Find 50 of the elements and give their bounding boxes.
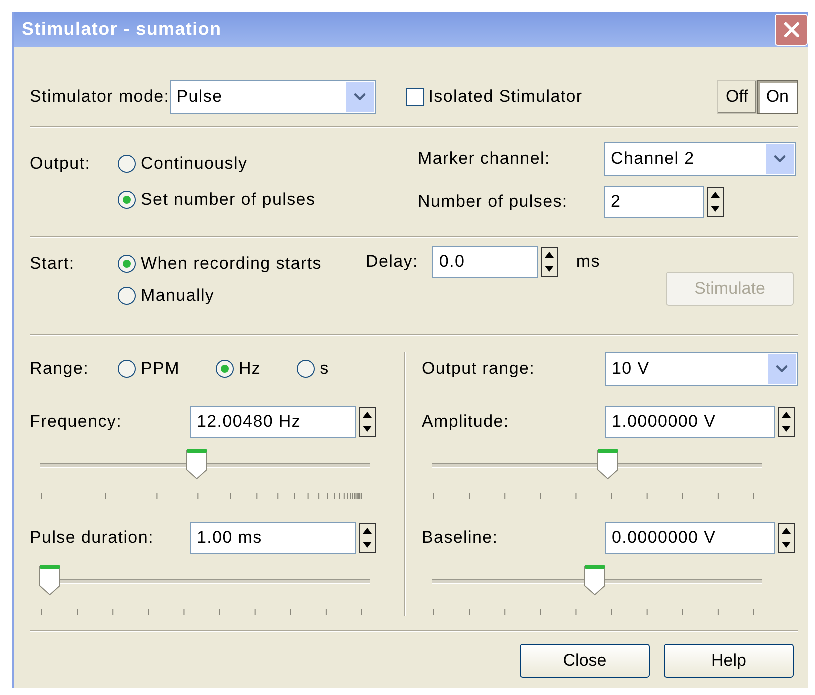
delay-field[interactable]: 0.0 bbox=[432, 246, 538, 278]
dropdown[interactable]: Pulse bbox=[170, 80, 376, 114]
slider-thumb[interactable] bbox=[38, 564, 61, 596]
spin-buttons[interactable] bbox=[359, 523, 376, 553]
radio-button[interactable]: Set number of pulses bbox=[118, 190, 316, 210]
toggle-button[interactable]: On bbox=[757, 80, 798, 114]
frequency-field[interactable]: 12.00480 Hz bbox=[190, 406, 356, 438]
radio-button[interactable]: s bbox=[297, 359, 330, 379]
radio-button[interactable]: Continuously bbox=[118, 154, 316, 174]
spin-buttons[interactable] bbox=[778, 523, 795, 553]
field-label: Range: bbox=[30, 359, 90, 379]
field-label: Baseline: bbox=[422, 528, 500, 548]
window-title: Stimulator - sumation bbox=[22, 19, 222, 40]
toggle-button[interactable]: Off bbox=[716, 80, 758, 114]
spin-buttons[interactable] bbox=[541, 247, 558, 277]
slider-thumb[interactable] bbox=[186, 448, 208, 480]
slider[interactable] bbox=[432, 564, 762, 596]
duration-field[interactable]: 1.00 ms bbox=[190, 522, 356, 554]
dropdown[interactable]: 10 V bbox=[605, 352, 798, 386]
dialog-button[interactable]: Close bbox=[520, 644, 650, 678]
radio-button[interactable]: PPM bbox=[118, 359, 180, 379]
field-label: Number of pulses: bbox=[418, 192, 569, 212]
field-label: Output: bbox=[30, 154, 92, 174]
close-button[interactable] bbox=[775, 14, 808, 46]
spin-buttons[interactable] bbox=[778, 407, 795, 437]
radio-button[interactable]: Hz bbox=[216, 359, 262, 379]
spin-buttons[interactable] bbox=[359, 407, 376, 437]
dropdown[interactable]: Channel 2 bbox=[604, 142, 796, 176]
slider-thumb[interactable] bbox=[584, 564, 606, 596]
field-label: Start: bbox=[30, 254, 76, 274]
number-field[interactable]: 2 bbox=[604, 186, 704, 218]
slider[interactable] bbox=[40, 564, 370, 596]
field-label: Amplitude: bbox=[422, 412, 510, 432]
field-label: Delay: bbox=[366, 252, 418, 272]
slider[interactable] bbox=[432, 448, 762, 480]
field-label: Pulse duration: bbox=[30, 528, 155, 548]
baseline-field[interactable]: 0.0000000 V bbox=[605, 522, 775, 554]
dialog-button[interactable]: Help bbox=[664, 644, 794, 678]
field-label: Stimulator mode: bbox=[30, 87, 170, 107]
field-label: Output range: bbox=[422, 359, 536, 379]
amplitude-field[interactable]: 1.0000000 V bbox=[605, 406, 775, 438]
radio-button[interactable]: When recording starts bbox=[118, 254, 322, 274]
slider-thumb[interactable] bbox=[597, 448, 619, 480]
checkbox[interactable]: Isolated Stimulator bbox=[406, 87, 583, 107]
field-label: Frequency: bbox=[30, 412, 124, 432]
unit-label: ms bbox=[576, 252, 600, 272]
spin-buttons[interactable] bbox=[707, 187, 724, 217]
slider[interactable] bbox=[40, 448, 370, 480]
radio-button[interactable]: Manually bbox=[118, 286, 322, 306]
field-label: Marker channel: bbox=[418, 149, 552, 169]
